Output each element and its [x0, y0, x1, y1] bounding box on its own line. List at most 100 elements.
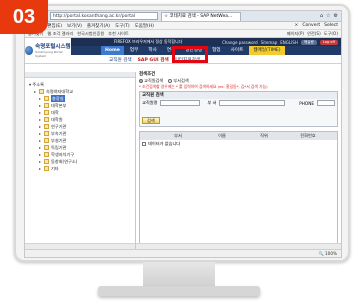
highlight-callout [172, 46, 208, 63]
expand-icon[interactable]: ▸ [39, 144, 42, 151]
menu-help[interactable]: 도움말(H) [135, 23, 154, 29]
close-icon[interactable]: × [295, 23, 299, 28]
tree-item[interactable]: ▸ 숙명여자대학교 [29, 88, 135, 95]
tab-staff-search[interactable]: 교직원 검색 [109, 57, 132, 63]
english-link[interactable]: ENGLISH [280, 40, 298, 45]
search-button[interactable]: 검색 [142, 117, 160, 124]
favorites-item-3[interactable]: 추천 사이트 [108, 31, 129, 37]
address-bar[interactable]: http://portal.kosanthang.ac.kr/portal [50, 12, 158, 20]
menu-favorites[interactable]: 즐겨찾기(A) [87, 23, 110, 29]
menu-view[interactable]: 보기(V) [67, 23, 82, 29]
tree-item[interactable]: ▸ 대학 [29, 109, 135, 116]
phone-input[interactable] [317, 100, 335, 106]
nav-work[interactable]: 업무 [126, 46, 142, 55]
expand-icon[interactable]: ▸ [39, 116, 42, 123]
folder-icon [39, 89, 44, 94]
tree-item[interactable]: ▸ 부속기관 [29, 130, 135, 137]
dept-input[interactable] [219, 100, 286, 106]
expand-icon[interactable]: ▸ [39, 151, 42, 158]
tree-item-label: 대학본부 [51, 103, 67, 108]
folder-icon [44, 110, 49, 115]
search-panel: 검색조건 교직원검색 부서검색 * 조건검색할 경우에는 * 를 입력하여 검색… [136, 72, 341, 257]
step-badge: 03 [0, 0, 48, 34]
grid-col-position[interactable]: 직위 [244, 133, 284, 139]
nav-collab[interactable]: 협업 [208, 46, 224, 55]
tree-item[interactable]: ▸ 총장실 [29, 95, 135, 102]
portal-logo[interactable]: 숙명포털시스템 Sookmyung Portal System [25, 38, 71, 63]
name-input[interactable] [160, 100, 201, 106]
row-checkbox[interactable] [142, 142, 146, 146]
radio-off-icon [168, 79, 173, 83]
select-button[interactable]: Select [324, 23, 338, 28]
favorites-item-1[interactable]: 웹 조각 갤러리 [47, 31, 73, 37]
tab-sap-gui-search[interactable]: SAP GUI 검색 [138, 57, 169, 63]
tree-item-label: 대학원 [51, 117, 63, 122]
expand-icon[interactable]: ▸ [39, 109, 42, 116]
tree-item[interactable]: ▸ 학생자치기구 [29, 151, 135, 158]
tree-item-label: ▾ 주소록 [29, 82, 44, 87]
sitemap-link[interactable]: Sitemap [261, 40, 278, 45]
logo-title: 숙명포털시스템 [35, 43, 71, 50]
grid-empty-row: 데이터가 없습니다 [140, 140, 337, 148]
dept-field-label: 부 서 [207, 100, 217, 105]
zoom-level[interactable]: 🔍 100% [318, 251, 337, 257]
safety-menu[interactable]: 안전(S) [307, 31, 321, 37]
nav-site[interactable]: 사이트 [227, 46, 248, 55]
main-content: ▾ 주소록 ▸ 숙명여자대학교 ▸ 총장실 ▸ 대학본부 ▸ 대학 ▸ 대학원 ▸ 연구기관 ▸ 부속기관 ▸… [25, 72, 341, 257]
logo-subtitle: Sookmyung Portal System [35, 49, 63, 58]
tree-item[interactable]: ▾ 주소록 [29, 81, 135, 88]
grid-col-name[interactable]: 이름 [200, 133, 244, 139]
tree-item[interactable]: ▸ 부설기관 [29, 137, 135, 144]
grid-col-phone[interactable]: 전화번호 [284, 133, 332, 139]
page-menu[interactable]: 페이지(P) [287, 31, 304, 37]
expand-icon[interactable]: ▸ [34, 88, 37, 95]
nav-webmail[interactable]: 웹메일(TIME) [249, 46, 285, 55]
address-row: ‹ › http://portal.kosanthang.ac.kr/porta… [25, 11, 341, 22]
menu-edit[interactable]: 편집(E) [47, 23, 62, 29]
gear-icon[interactable]: ⚙ [334, 13, 338, 19]
expand-icon[interactable]: ▸ [39, 95, 42, 102]
change-password-link[interactable]: Change password [222, 40, 258, 45]
monitor-frame: ‹ › http://portal.kosanthang.ac.kr/porta… [14, 4, 350, 262]
messenger-button[interactable]: 메실랑 [300, 39, 317, 45]
monitor-stand-neck [143, 262, 215, 288]
expand-icon[interactable]: ▸ [39, 165, 42, 172]
expand-icon[interactable]: ▸ [39, 137, 42, 144]
folder-icon [44, 145, 49, 150]
nav-academic[interactable]: 학사 [144, 46, 160, 55]
tools-menu[interactable]: 도구(O) [324, 31, 338, 37]
tree-item[interactable]: ▸ 동창회(연구소) [29, 158, 135, 165]
folder-icon [44, 159, 49, 164]
window-controls: ⌂ ☆ ⚙ [320, 13, 338, 19]
tree-item[interactable]: ▸ 대학원 [29, 116, 135, 123]
folder-icon [44, 152, 49, 157]
tree-item[interactable]: ▸ 대학본부 [29, 102, 135, 109]
browser-tab[interactable]: ☆ 코테치료 검색 - SAP NetWea... [161, 11, 241, 21]
phone-field-label: PHONE [299, 100, 314, 106]
org-tree-panel: ▾ 주소록 ▸ 숙명여자대학교 ▸ 총장실 ▸ 대학본부 ▸ 대학 ▸ 대학원 ▸ 연구기관 ▸ 부속기관 ▸… [25, 72, 136, 249]
menu-tools[interactable]: 도구(T) [115, 23, 130, 29]
favorites-item-2[interactable]: 한국시험인증원 [77, 31, 104, 37]
home-icon[interactable]: ⌂ [320, 13, 323, 19]
tree-item[interactable]: ▸ 기타 [29, 165, 135, 172]
convert-button[interactable]: Convert [302, 23, 320, 28]
folder-icon [44, 166, 49, 171]
grid-col-dept[interactable]: 부서 [156, 133, 200, 139]
logoff-button[interactable]: Log off [319, 39, 338, 45]
tree-item[interactable]: ▸ 독립기관 [29, 144, 135, 151]
star-icon[interactable]: ☆ [326, 13, 330, 19]
nav-home[interactable]: Home [101, 46, 124, 55]
expand-icon[interactable]: ▸ [39, 102, 42, 109]
monitor-stand-base [98, 286, 260, 296]
tree-item[interactable]: ▸ 연구기관 [29, 123, 135, 130]
folder-icon [44, 117, 49, 122]
header-main: FIREFOX 브라우저에서 정상 동작합니다 Change password … [71, 38, 341, 63]
expand-icon[interactable]: ▸ [39, 123, 42, 130]
expand-icon[interactable]: ▸ [39, 158, 42, 165]
expand-icon[interactable]: ▸ [39, 130, 42, 137]
tree-item-label: 기타 [51, 166, 59, 171]
tree-item-label: 독립기관 [51, 145, 67, 150]
utility-bar: FIREFOX 브라우저에서 정상 동작합니다 Change password … [71, 38, 341, 46]
org-tree: ▾ 주소록 ▸ 숙명여자대학교 ▸ 총장실 ▸ 대학본부 ▸ 대학 ▸ 대학원 ▸ 연구기관 ▸ 부속기관 ▸… [25, 78, 135, 172]
folder-icon [44, 138, 49, 143]
